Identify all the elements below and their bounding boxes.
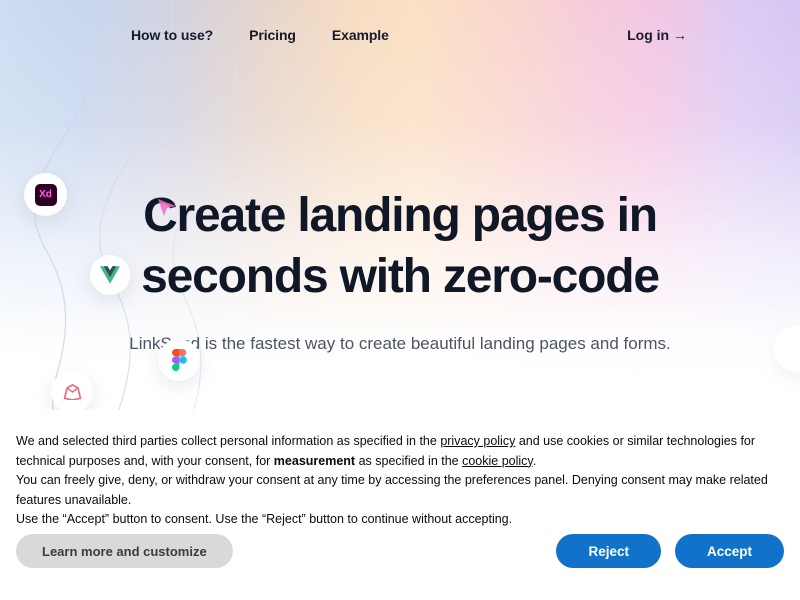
- vue-icon: [90, 255, 130, 295]
- sketch-icon: [51, 371, 93, 413]
- cookie-policy-link[interactable]: cookie policy: [462, 454, 533, 468]
- login-link[interactable]: Log in →: [627, 27, 687, 43]
- cookie-text-measurement: measurement: [273, 453, 356, 468]
- cookie-paragraph-1: We and selected third parties collect pe…: [16, 432, 784, 471]
- reject-button[interactable]: Reject: [556, 534, 661, 568]
- cookie-primary-buttons: Reject Accept: [556, 534, 784, 568]
- landing-page: How to use? Pricing Example Log in → Cre…: [0, 0, 800, 600]
- nav-links: How to use? Pricing Example: [131, 27, 389, 43]
- nav-link-pricing[interactable]: Pricing: [249, 27, 296, 43]
- privacy-policy-link[interactable]: privacy policy: [440, 434, 515, 448]
- cookie-text-1d: .: [532, 453, 537, 468]
- headline-line-2: seconds with zero-code: [141, 250, 660, 303]
- cookie-consent-banner: We and selected third parties collect pe…: [0, 410, 800, 600]
- cookie-text-1c: as specified in the: [355, 453, 463, 468]
- pink-arrow-glyph: [158, 199, 176, 216]
- top-navigation: How to use? Pricing Example Log in →: [0, 0, 800, 70]
- accept-button[interactable]: Accept: [674, 534, 784, 568]
- nav-link-how-to-use[interactable]: How to use?: [131, 27, 213, 43]
- nav-link-example[interactable]: Example: [332, 27, 389, 43]
- adobe-xd-label: Xd: [34, 183, 57, 206]
- cookie-paragraph-3: Use the “Accept” button to consent. Use …: [16, 512, 513, 526]
- pink-accent-decoration: [150, 190, 184, 224]
- adobe-xd-icon: Xd: [24, 173, 67, 216]
- figma-icon: [158, 339, 200, 381]
- sketch-logo-glyph: [63, 384, 81, 400]
- cookie-action-row: Learn more and customize Reject Accept: [16, 534, 784, 568]
- learn-more-button[interactable]: Learn more and customize: [16, 534, 233, 568]
- headline-line-1: Create landing pages in: [143, 189, 658, 242]
- figma-logo-glyph: [171, 349, 187, 371]
- cookie-text-1a: We and selected third parties collect pe…: [16, 434, 441, 448]
- cookie-paragraph-2: You can freely give, deny, or withdraw y…: [16, 473, 768, 507]
- vue-logo-glyph: [100, 266, 120, 284]
